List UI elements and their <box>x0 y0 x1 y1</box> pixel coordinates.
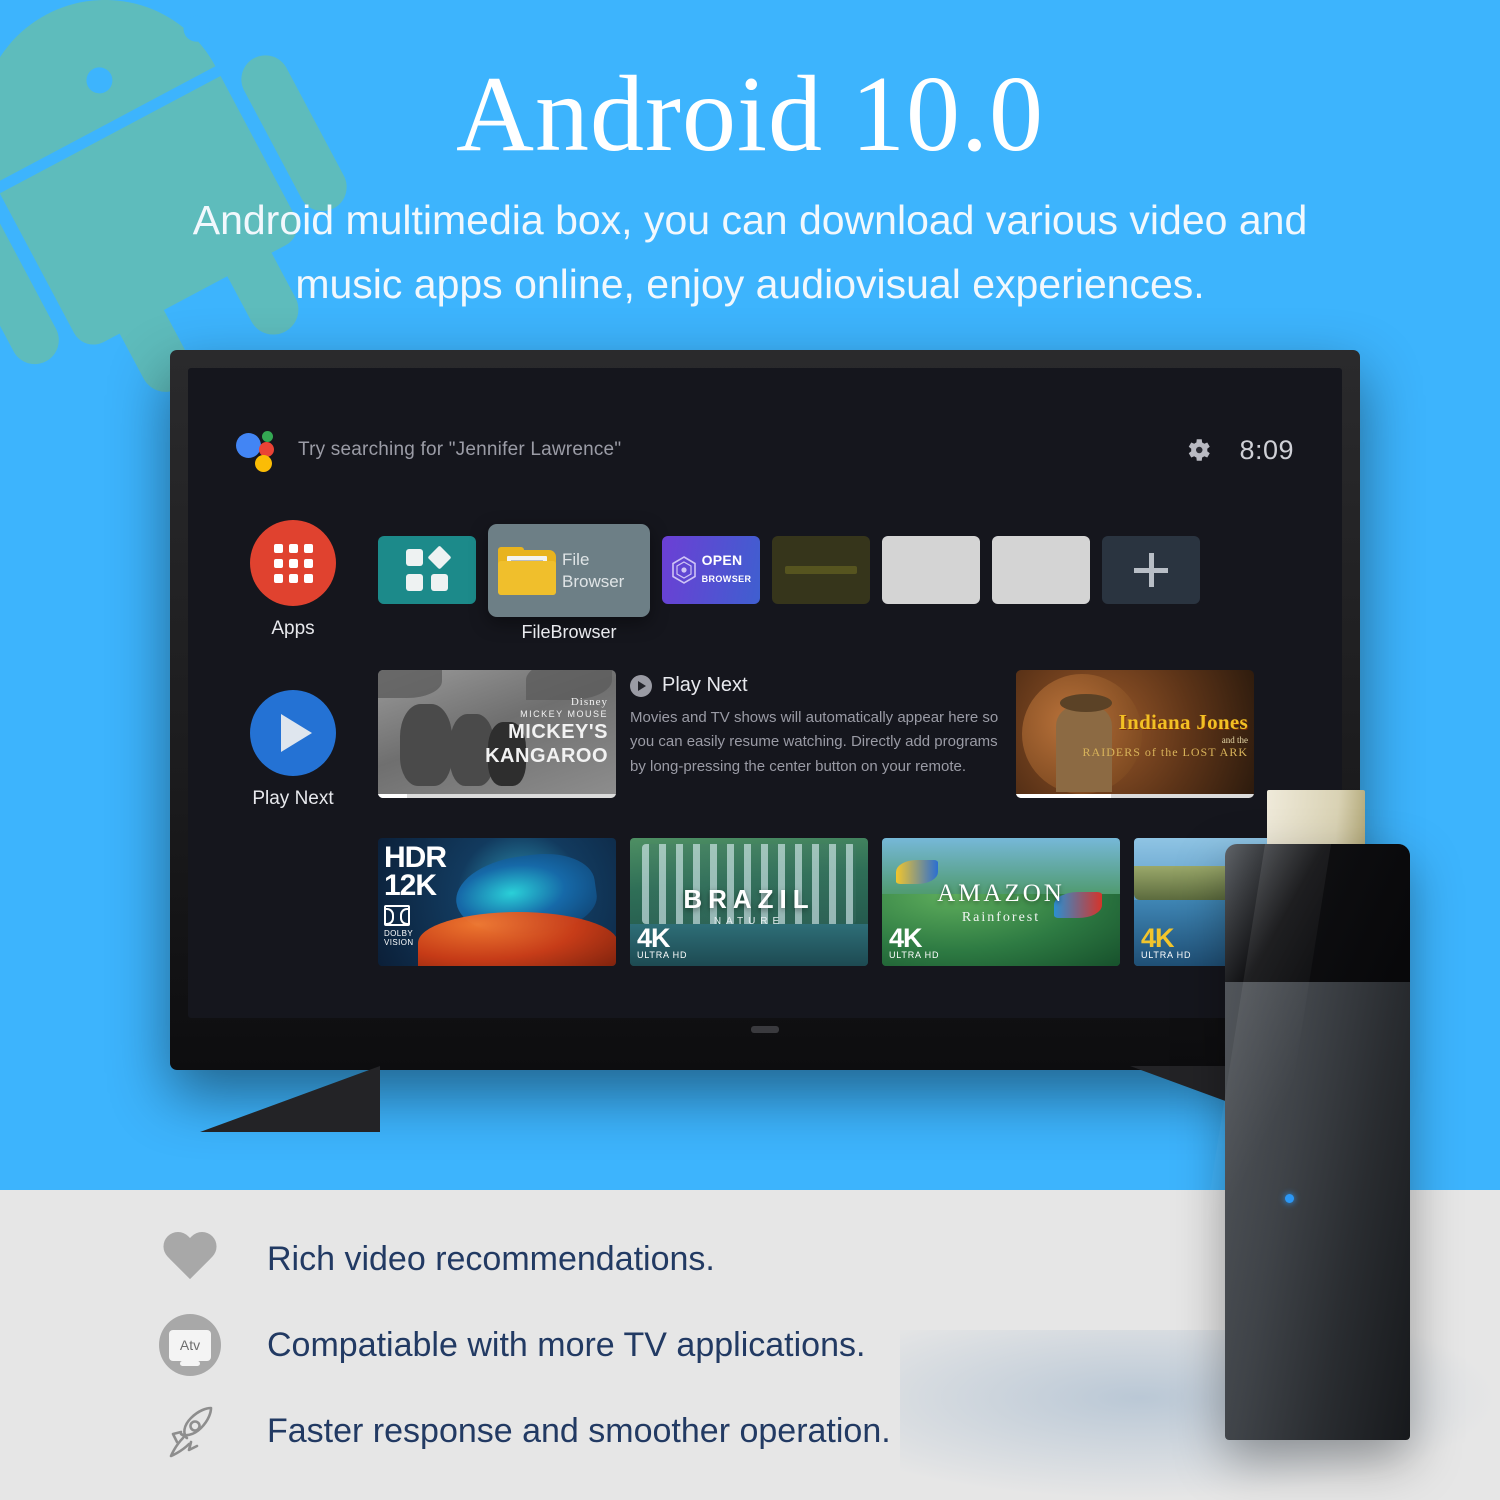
sidebar-item-play-next[interactable]: Play Next <box>238 690 348 810</box>
gear-icon[interactable] <box>1183 435 1213 465</box>
feature-label: Faster response and smoother operation. <box>267 1411 891 1450</box>
badge-4k-small: ULTRA HD <box>1141 950 1192 960</box>
hdmi-connector <box>1267 790 1365 852</box>
header: Android 10.0 Android multimedia box, you… <box>0 0 1500 316</box>
title-label: Indiana Jones <box>1118 710 1248 734</box>
brand-label: Disney <box>570 696 608 708</box>
hdr-12k-card[interactable]: HDR 12K DOLBY VISION <box>378 838 616 966</box>
dolby-label-1: DOLBY <box>384 929 414 939</box>
feature-label: Compatiable with more TV applications. <box>267 1325 866 1364</box>
filebrowser-caption: FileBrowser <box>521 622 617 642</box>
tv-frame: Try searching for "Jennifer Lawrence" 8:… <box>170 350 1360 1070</box>
brazil-card[interactable]: BRAZIL NATURE 4K ULTRA HD <box>630 838 868 966</box>
open-browser-label-top: OPEN <box>701 552 743 569</box>
dolby-label-2: VISION <box>384 938 414 948</box>
play-next-title: Play Next <box>662 674 748 696</box>
stick-body <box>1196 844 1410 1440</box>
heart-icon <box>155 1233 225 1285</box>
search-hint[interactable]: Try searching for "Jennifer Lawrence" <box>298 439 621 461</box>
apps-grid-icon <box>250 520 336 606</box>
amazon-title: AMAZON <box>937 880 1065 907</box>
subtitle-label-2: RAIDERS of the LOST ARK <box>1082 745 1248 759</box>
hdr-line-1: HDR <box>384 841 447 874</box>
apps-row: File Browser FileBrowser OPEN BROWSER <box>378 524 1200 642</box>
play-next-row: Disney MICKEY MOUSE MICKEY'S KANGAROO Pl… <box>378 670 1254 798</box>
television: Try searching for "Jennifer Lawrence" 8:… <box>170 350 1360 1190</box>
progress-bar <box>1016 794 1254 798</box>
progress-bar <box>378 794 616 798</box>
badge-4k-big: 4K <box>889 923 923 954</box>
feature-row: Faster response and smoother operation. <box>155 1388 891 1474</box>
badge-4k: 4K ULTRA HD <box>637 923 688 960</box>
google-assistant-icon[interactable] <box>236 431 276 472</box>
tv-screen: Try searching for "Jennifer Lawrence" 8:… <box>188 368 1342 1018</box>
badge-4k-small: ULTRA HD <box>889 950 940 960</box>
thumbnail-indiana-jones[interactable]: Indiana Jones and the RAIDERS of the LOS… <box>1016 670 1254 798</box>
title-line-2: KANGAROO <box>485 745 608 767</box>
series-label: MICKEY MOUSE <box>520 709 608 719</box>
folder-icon <box>498 546 556 595</box>
hdr-line-2: 12K <box>384 868 437 902</box>
light-tile-1[interactable] <box>882 536 980 604</box>
badge-4k-big: 4K <box>637 923 671 954</box>
light-tile-2[interactable] <box>992 536 1090 604</box>
shapes-icon <box>406 545 452 591</box>
shortcuts-tile[interactable] <box>378 536 476 604</box>
feature-row: Rich video recommendations. <box>155 1216 891 1302</box>
play-next-description: Movies and TV shows will automatically a… <box>630 709 999 775</box>
sidebar-item-apps[interactable]: Apps <box>238 520 348 640</box>
dolby-vision-icon <box>384 905 410 927</box>
badge-4k: 4K ULTRA HD <box>1141 923 1192 960</box>
sidebar-item-label: Play Next <box>252 788 334 809</box>
badge-4k: 4K ULTRA HD <box>889 923 940 960</box>
feature-row: Atv Compatiable with more TV application… <box>155 1302 891 1388</box>
thumbnail-mickeys-kangaroo[interactable]: Disney MICKEY MOUSE MICKEY'S KANGAROO <box>378 670 616 798</box>
badge-4k-big: 4K <box>1141 923 1175 954</box>
amazon-card[interactable]: AMAZON Rainforest 4K ULTRA HD <box>882 838 1120 966</box>
subtitle-line-1: Android multimedia box, you can download… <box>192 197 1308 244</box>
tv-indicator <box>751 1026 779 1033</box>
plus-icon <box>1134 553 1168 587</box>
android-tv-stick <box>1196 790 1410 1440</box>
hexagon-icon <box>671 556 697 584</box>
video-row: HDR 12K DOLBY VISION BRAZIL NATURE 4K UL… <box>378 838 1342 966</box>
filebrowser-tile[interactable]: File Browser FileBrowser <box>488 524 650 642</box>
clock: 8:09 <box>1239 434 1294 465</box>
subtitle-line-2: music apps online, enjoy audiovisual exp… <box>295 260 1205 307</box>
tv-sidebar: Apps Play Next <box>238 520 348 860</box>
filebrowser-label-line1: File <box>562 550 590 570</box>
play-next-info: Play Next Movies and TV shows will autom… <box>630 670 1002 779</box>
sidebar-item-label: Apps <box>271 618 315 639</box>
tv-topbar: Try searching for "Jennifer Lawrence" 8:… <box>188 420 1342 480</box>
rocket-icon <box>155 1402 225 1460</box>
open-browser-tile[interactable]: OPEN BROWSER <box>662 536 760 604</box>
page-title: Android 10.0 <box>456 55 1044 174</box>
olive-tile[interactable] <box>772 536 870 604</box>
subtitle-label-1: and the <box>1221 735 1248 745</box>
feature-list: Rich video recommendations. Atv Compatia… <box>155 1216 891 1474</box>
add-channel-tile[interactable] <box>1102 536 1200 604</box>
play-icon <box>250 690 336 776</box>
atv-icon: Atv <box>155 1314 225 1376</box>
title-line-1: MICKEY'S <box>508 721 608 743</box>
play-circle-icon <box>630 674 652 697</box>
open-browser-label-bottom: BROWSER <box>701 574 752 584</box>
brazil-title: BRAZIL <box>683 884 815 914</box>
feature-label: Rich video recommendations. <box>267 1239 715 1278</box>
filebrowser-label-line2: Browser <box>562 571 625 591</box>
tv-foot-left <box>200 1066 380 1132</box>
badge-4k-small: ULTRA HD <box>637 950 688 960</box>
status-led <box>1285 1194 1294 1203</box>
